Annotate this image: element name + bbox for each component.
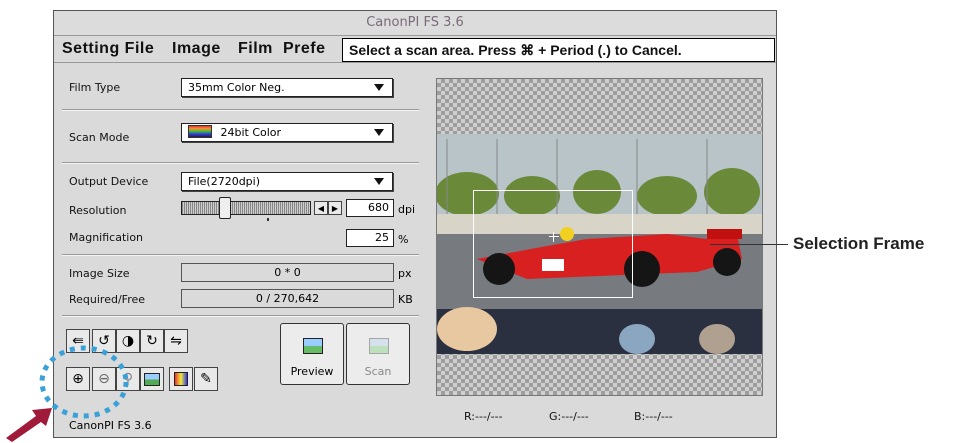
divider	[62, 254, 419, 256]
scan-button[interactable]: Scan	[346, 323, 410, 385]
film-type-value: 35mm Color Neg.	[188, 81, 285, 94]
output-device-select[interactable]: File(2720dpi)	[181, 172, 393, 191]
selection-frame[interactable]	[473, 190, 633, 298]
help-tooltip: Select a scan area. Press ⌘ + Period (.)…	[342, 38, 775, 62]
slider-tick	[267, 218, 269, 221]
chevron-down-icon	[374, 84, 384, 91]
scan-label: Scan	[364, 365, 392, 378]
preview-button[interactable]: Preview	[280, 323, 344, 385]
selection-frame-callout: Selection Frame	[793, 234, 925, 253]
arrow-right-icon[interactable]: ▶	[328, 201, 342, 215]
resolution-unit: dpi	[398, 203, 416, 216]
scan-mode-label: Scan Mode	[69, 131, 130, 144]
magnification-label: Magnification	[69, 231, 144, 244]
chevron-down-icon	[374, 178, 384, 185]
color-adjust-icon[interactable]	[169, 367, 193, 391]
magnification-unit: %	[398, 233, 409, 246]
rotate-right-icon[interactable]: ↻	[140, 329, 164, 353]
scan-icon	[369, 338, 389, 354]
preview-icon	[303, 338, 323, 354]
menu-image[interactable]: Image	[172, 40, 221, 58]
output-device-value: File(2720dpi)	[188, 175, 261, 188]
arrow-left-icon[interactable]: ◀	[314, 201, 328, 215]
divider	[62, 162, 419, 164]
preview-area[interactable]	[436, 78, 763, 396]
scan-mode-select[interactable]: 24bit Color	[181, 123, 393, 142]
output-device-label: Output Device	[69, 175, 149, 188]
pointer-arrow-icon	[6, 408, 52, 442]
callout-line	[710, 244, 788, 245]
required-free-unit: KB	[398, 293, 413, 306]
window-title: CanonPI FS 3.6	[54, 11, 776, 36]
selection-center-marker	[553, 232, 554, 242]
scan-mode-value: 24bit Color	[220, 126, 282, 139]
eyedropper-icon[interactable]: ✎	[194, 367, 218, 391]
red-readout: R:---/---	[464, 410, 503, 423]
magnification-input[interactable]: 25	[346, 229, 394, 247]
required-free-value: 0 / 270,642	[181, 289, 394, 308]
film-type-label: Film Type	[69, 81, 121, 94]
film-type-select[interactable]: 35mm Color Neg.	[181, 78, 393, 97]
image-size-unit: px	[398, 267, 412, 280]
resolution-input[interactable]: 680	[346, 199, 394, 217]
chevron-down-icon	[374, 129, 384, 136]
blue-readout: B:---/---	[634, 410, 673, 423]
divider	[62, 315, 419, 317]
mirror-icon[interactable]: ⇋	[164, 329, 188, 353]
menu-preferences[interactable]: Prefe	[283, 40, 326, 58]
selection-center-marker	[549, 236, 559, 237]
color-spectrum-icon	[188, 125, 212, 138]
resolution-label: Resolution	[69, 204, 127, 217]
slider-thumb[interactable]	[219, 197, 231, 219]
scanner-window: CanonPI FS 3.6 Setting File Image Film P…	[53, 10, 777, 438]
resolution-slider[interactable]	[181, 201, 311, 215]
required-free-label: Required/Free	[69, 293, 146, 306]
menu-film[interactable]: Film	[238, 40, 273, 58]
image-size-label: Image Size	[69, 267, 130, 280]
divider	[62, 109, 419, 111]
green-readout: G:---/---	[549, 410, 589, 423]
menu-setting-file[interactable]: Setting File	[62, 40, 154, 58]
preview-label: Preview	[290, 365, 334, 378]
fit-image-icon[interactable]	[140, 367, 164, 391]
image-size-value: 0 * 0	[181, 263, 394, 282]
